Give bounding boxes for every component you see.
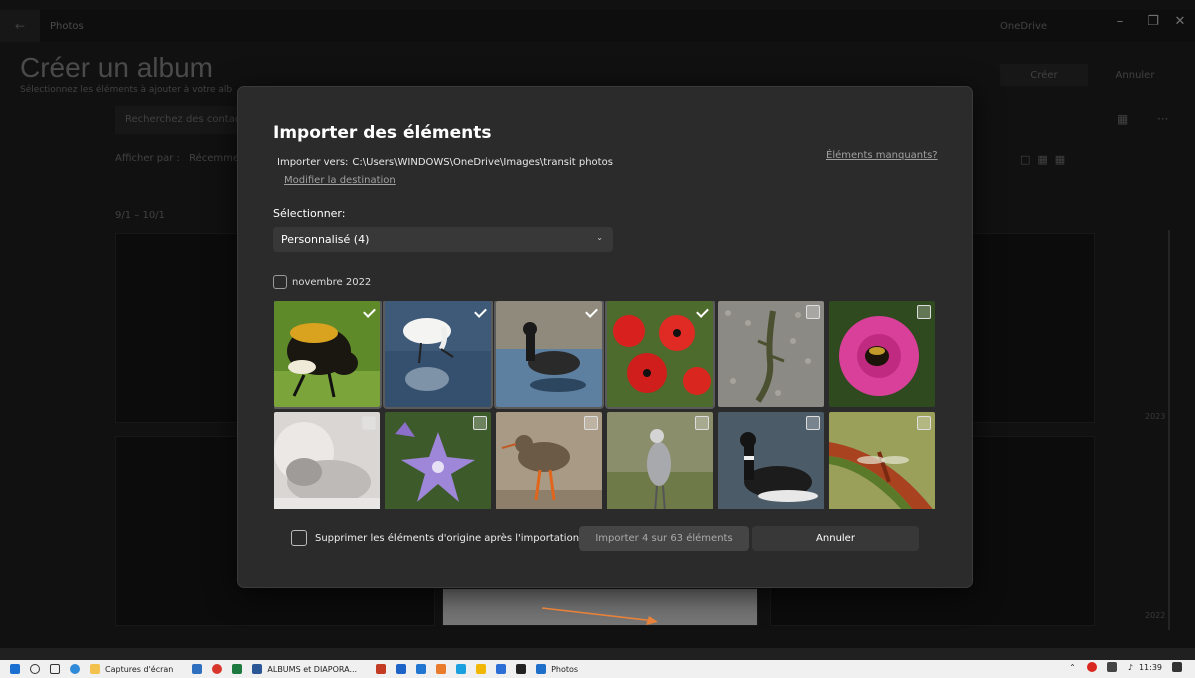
photo-checkbox[interactable] [473, 305, 487, 319]
excel-icon[interactable] [232, 664, 243, 674]
destination-row: Importer vers: C:\Users\WINDOWS\OneDrive\… [273, 157, 613, 168]
search-icon[interactable] [30, 664, 40, 674]
photo-thumbnail[interactable] [829, 412, 935, 509]
taskbar-item-screenshots[interactable]: Captures d'écran [105, 665, 173, 674]
skype-icon[interactable] [456, 664, 467, 674]
chrome-icon[interactable] [212, 664, 223, 674]
photo-checkbox[interactable] [806, 305, 820, 319]
photo-thumbnail[interactable] [718, 412, 824, 509]
destination-label: Importer vers: [277, 157, 349, 168]
photo-thumbnail[interactable] [274, 301, 382, 409]
select-label: Sélectionner: [273, 207, 346, 220]
chevron-down-icon: ⌄ [596, 233, 603, 242]
app-icon[interactable] [436, 664, 447, 674]
edge-icon[interactable] [70, 664, 80, 674]
volume-icon[interactable]: ♪ [1128, 663, 1133, 672]
photo-thumbnail[interactable] [385, 412, 491, 509]
import-button[interactable]: Importer 4 sur 63 éléments [579, 526, 749, 551]
photos-icon[interactable] [536, 664, 547, 674]
photo-checkbox[interactable] [362, 416, 376, 430]
missing-items-link[interactable]: Éléments manquants? [826, 150, 938, 161]
clock[interactable]: 11:39 [1139, 663, 1162, 672]
month-select-checkbox[interactable] [273, 275, 287, 289]
cancel-button[interactable]: Annuler [752, 526, 919, 551]
notifications-icon[interactable] [1172, 662, 1182, 672]
calculator-icon[interactable] [192, 664, 203, 674]
photo-checkbox[interactable] [695, 305, 709, 319]
powerpoint-icon[interactable] [376, 664, 387, 674]
app-icon[interactable] [496, 664, 507, 674]
windows-start-icon[interactable] [10, 664, 20, 674]
taskbar-item-photos[interactable]: Photos [551, 665, 578, 674]
antivirus-icon[interactable] [1086, 662, 1097, 672]
app-icon[interactable] [516, 664, 527, 674]
app-icon[interactable] [416, 664, 427, 674]
photo-checkbox[interactable] [917, 305, 931, 319]
dialog-title: Importer des éléments [273, 123, 492, 143]
photo-thumbnail[interactable] [718, 301, 824, 407]
photo-thumbnail[interactable] [383, 301, 493, 409]
import-dialog: Importer des éléments Importer vers: C:\U… [237, 86, 973, 588]
photo-thumbnail[interactable] [607, 412, 713, 509]
delete-originals-label: Supprimer les éléments d'origine après l… [315, 532, 580, 544]
annotation-arrow [541, 607, 658, 625]
selection-value: Personnalisé (4) [281, 233, 370, 246]
change-destination-link[interactable]: Modifier la destination [284, 175, 396, 186]
photo-thumbnail[interactable] [274, 412, 380, 509]
destination-path: C:\Users\WINDOWS\OneDrive\Images\transit… [352, 157, 613, 168]
photo-checkbox[interactable] [473, 416, 487, 430]
photo-checkbox[interactable] [362, 305, 376, 319]
windows-taskbar: Captures d'écran ALBUMS et DIAPORA... Ph… [0, 660, 1195, 678]
photo-thumbnail[interactable] [496, 412, 602, 509]
system-tray: ⌃ ♪ 11:39 [1069, 662, 1187, 672]
selection-dropdown[interactable]: Personnalisé (4) ⌄ [273, 227, 613, 252]
photo-checkbox[interactable] [917, 416, 931, 430]
photos-app-window: ← Photos OneDrive – ❐ ✕ Créer un album S… [0, 0, 1195, 678]
taskbar-item-albums[interactable]: ALBUMS et DIAPORA... [267, 665, 357, 674]
photo-thumbnail[interactable] [829, 301, 935, 407]
network-icon[interactable] [1106, 662, 1117, 672]
photo-checkbox[interactable] [584, 416, 598, 430]
notes-icon[interactable] [476, 664, 487, 674]
month-group-row: novembre 2022 [273, 275, 371, 289]
task-view-icon[interactable] [50, 664, 60, 674]
photoshop-icon[interactable] [396, 664, 407, 674]
delete-originals-row: Supprimer les éléments d'origine après l… [291, 530, 579, 546]
word-icon[interactable] [252, 664, 263, 674]
month-group-label: novembre 2022 [292, 276, 372, 288]
photo-thumbnail[interactable] [605, 301, 715, 409]
photo-thumbnail[interactable] [494, 301, 604, 409]
delete-originals-checkbox[interactable] [291, 530, 307, 546]
photo-checkbox[interactable] [584, 305, 598, 319]
photo-checkbox[interactable] [695, 416, 709, 430]
photo-checkbox[interactable] [806, 416, 820, 430]
photo-grid [274, 301, 938, 509]
folder-icon[interactable] [90, 664, 100, 674]
chevron-up-icon[interactable]: ⌃ [1069, 663, 1076, 672]
